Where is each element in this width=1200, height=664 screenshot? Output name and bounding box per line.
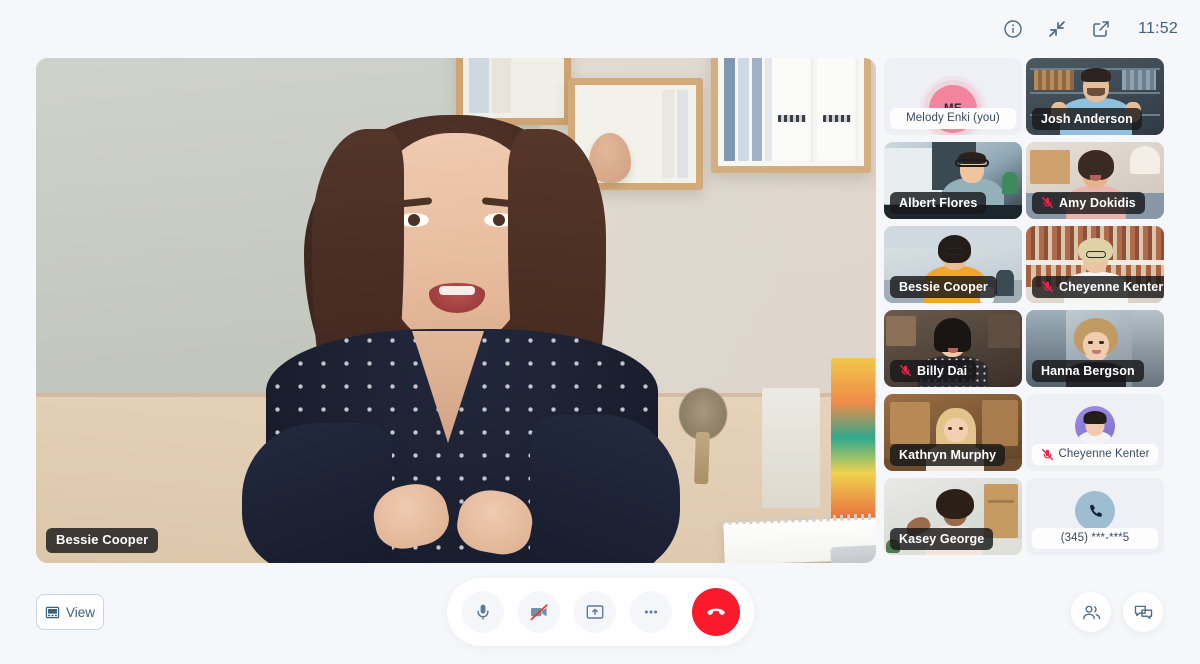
view-button[interactable]: View [36, 594, 104, 630]
phone-icon [1075, 491, 1115, 531]
participant-name: Cheyenne Kenter [1058, 447, 1150, 460]
participant-name: Bessie Cooper [899, 279, 988, 294]
participant-name-tag: Josh Anderson [1032, 107, 1142, 130]
thumbnail-albert-flores[interactable]: Albert Flores [884, 142, 1022, 219]
participants-icon [1082, 605, 1100, 619]
thumbnail-hanna-bergson[interactable]: Hanna Bergson [1026, 310, 1164, 387]
microphone-icon [476, 604, 489, 620]
mic-muted-icon [1041, 281, 1054, 293]
call-controls-bar [447, 578, 754, 646]
thumbnail-billy-dai[interactable]: Billy Dai [884, 310, 1022, 387]
participant-name: Amy Dokidis [1059, 195, 1136, 210]
more-options-icon [644, 610, 657, 614]
thumbnail-amy-dokidis[interactable]: Amy Dokidis [1026, 142, 1164, 219]
mic-muted-icon [1041, 197, 1054, 209]
main-video-image [36, 58, 876, 563]
top-bar: 11:52 [0, 0, 1200, 58]
participant-name-tag: Melody Enki (you) [890, 107, 1016, 129]
participant-name-tag: Bessie Cooper [890, 275, 997, 298]
end-call-icon [706, 608, 725, 616]
camera-button[interactable] [517, 591, 560, 633]
chat-button[interactable] [1123, 592, 1163, 632]
avatar [1075, 406, 1115, 446]
participant-name-tag: (345) ***-***5 [1032, 527, 1158, 549]
thumbnail-bessie-cooper[interactable]: Bessie Cooper [884, 226, 1022, 303]
participant-name: (345) ***-***5 [1060, 531, 1130, 544]
participant-name-tag: Kathryn Murphy [890, 443, 1006, 466]
participant-name: Kasey George [899, 531, 985, 546]
main-video-stage[interactable]: Bessie Cooper [36, 58, 876, 563]
main-speaker-name: Bessie Cooper [56, 532, 149, 548]
screen-share-icon [586, 605, 603, 619]
thumbnail-melody-enki[interactable]: ME Melody Enki (you) [884, 58, 1022, 135]
info-circle-icon[interactable] [1000, 16, 1026, 42]
participant-name: Melody Enki (you) [906, 111, 1000, 124]
participant-name: Billy Dai [917, 363, 968, 378]
participant-name: Albert Flores [899, 195, 978, 210]
thumbnail-kasey-george[interactable]: Kasey George [884, 478, 1022, 555]
chat-icon [1134, 605, 1152, 619]
participant-name-tag: Cheyenne Kenter [1032, 443, 1158, 465]
thumbnail-phone-caller[interactable]: (345) ***-***5 [1026, 478, 1164, 555]
participant-name-tag: Billy Dai [890, 359, 977, 382]
mic-muted-icon [1041, 448, 1053, 460]
view-button-label: View [65, 604, 96, 620]
participant-name-tag: Albert Flores [890, 191, 987, 214]
participant-name-tag: Amy Dokidis [1032, 191, 1145, 214]
clock-time: 11:52 [1138, 20, 1178, 37]
thumbnail-kathryn-murphy[interactable]: Kathryn Murphy [884, 394, 1022, 471]
main-speaker-name-tag: Bessie Cooper [46, 528, 159, 553]
layout-grid-icon [45, 606, 60, 618]
participants-button[interactable] [1071, 592, 1111, 632]
screen-share-button[interactable] [573, 591, 616, 633]
participant-name-tag: Cheyenne Kenter [1032, 275, 1164, 298]
collapse-arrows-icon[interactable] [1044, 16, 1070, 42]
participant-name: Cheyenne Kenter [1059, 279, 1164, 294]
external-link-icon[interactable] [1088, 16, 1114, 42]
thumbnail-cheyenne-kenter-video[interactable]: Cheyenne Kenter [1026, 226, 1164, 303]
more-options-button[interactable] [629, 591, 672, 633]
mic-muted-icon [899, 365, 912, 377]
participant-name: Kathryn Murphy [899, 447, 997, 462]
end-call-button[interactable] [691, 588, 740, 636]
thumbnail-cheyenne-kenter-avatar[interactable]: Cheyenne Kenter [1026, 394, 1164, 471]
thumbnail-josh-anderson[interactable]: Josh Anderson [1026, 58, 1164, 135]
microphone-button[interactable] [461, 591, 504, 633]
participant-name-tag: Kasey George [890, 527, 994, 550]
participant-name: Josh Anderson [1041, 111, 1133, 126]
participant-name-tag: Hanna Bergson [1032, 359, 1144, 382]
video-call-app: 11:52 Bessie Cooper Melody Enki (you) Jo… [0, 0, 1200, 664]
participant-name: Hanna Bergson [1041, 363, 1135, 378]
participant-thumbnail-grid[interactable]: ME Melody Enki (you) Josh [884, 58, 1164, 563]
camera-off-icon [530, 604, 547, 621]
